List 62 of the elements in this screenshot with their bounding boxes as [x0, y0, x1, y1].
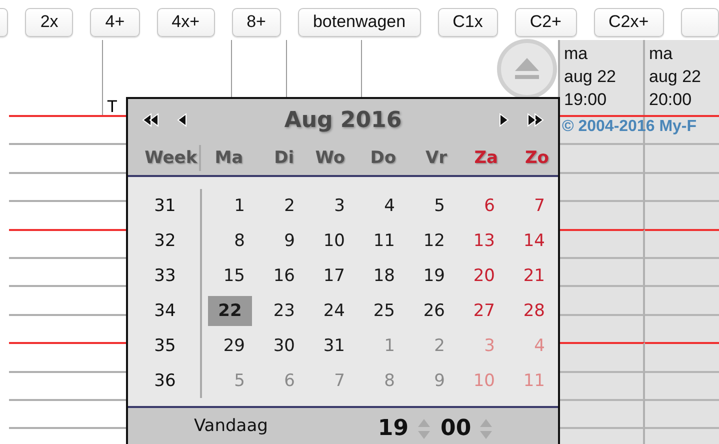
day-cell[interactable]: 16	[258, 261, 302, 292]
day-cell[interactable]: 15	[208, 261, 252, 292]
day-cell[interactable]: 23	[258, 296, 302, 326]
day-cell[interactable]: 20	[458, 261, 502, 292]
time-slot-header: ma aug 22 20:00	[648, 43, 702, 111]
weekday-header: Wo	[314, 148, 346, 168]
day-cell[interactable]: 6	[458, 191, 502, 222]
day-cell[interactable]: 29	[208, 330, 252, 361]
toolbar-button[interactable]: C2+	[514, 8, 576, 36]
minute-value: 00	[440, 416, 472, 441]
weekday-header: Ma	[214, 148, 244, 168]
week-number: 34	[154, 300, 176, 321]
day-cell[interactable]: 28	[508, 296, 552, 326]
weekday-header: Za	[473, 148, 500, 168]
day-cell[interactable]: 4	[358, 191, 402, 222]
toolbar-button[interactable]: C2x+	[594, 8, 664, 36]
day-cell[interactable]: 1	[208, 191, 252, 222]
week-header: Week	[144, 148, 198, 168]
toolbar-button[interactable]	[680, 8, 719, 36]
day-cell[interactable]: 10	[308, 226, 352, 256]
weekday-header: Vr	[424, 148, 448, 168]
copyright-text: © 2004-2016 My-F	[562, 118, 697, 135]
day-cell[interactable]: 31	[308, 330, 352, 361]
day-cell[interactable]: 12	[408, 226, 452, 256]
weekday-header: Do	[369, 148, 398, 168]
day-cell[interactable]: 9	[258, 226, 302, 256]
day-cell[interactable]: 13	[458, 226, 502, 256]
column-header: T	[107, 98, 118, 115]
day-cell[interactable]: 8	[208, 226, 252, 256]
day-cell[interactable]: 30	[258, 330, 302, 361]
day-cell[interactable]: 26	[408, 296, 452, 326]
day-cell[interactable]: 3	[308, 191, 352, 222]
week-number: 32	[154, 231, 176, 252]
eject-icon[interactable]	[496, 38, 558, 100]
week-number: 33	[154, 266, 176, 286]
day-cell[interactable]: 17	[308, 261, 352, 292]
day-cell[interactable]: 14	[508, 226, 552, 256]
day-cell[interactable]: 7	[508, 191, 552, 222]
toolbar-button[interactable]: 8+	[232, 8, 281, 36]
toolbar-button[interactable]: 2x	[25, 8, 74, 36]
toolbar-button[interactable]: C1x	[438, 8, 498, 36]
day-cell[interactable]: 22	[208, 296, 252, 326]
day-cell[interactable]: 24	[308, 296, 352, 326]
month-title: Aug 2016	[283, 108, 403, 132]
weekday-header: Di	[273, 148, 296, 168]
week-number: 35	[154, 336, 176, 356]
day-cell[interactable]: 19	[408, 261, 452, 292]
day-cell[interactable]: 5	[408, 191, 452, 222]
day-cell[interactable]: 25	[358, 296, 402, 326]
day-cell[interactable]: 18	[358, 261, 402, 292]
hour-value: 19	[378, 416, 409, 441]
week-number: 36	[154, 370, 176, 391]
toolbar-button[interactable]: 4x+	[156, 8, 215, 36]
today-button[interactable]: Vandaag	[194, 416, 268, 436]
day-cell[interactable]: 11	[358, 226, 402, 256]
day-cell[interactable]: 2	[258, 191, 302, 222]
toolbar-button[interactable]: 4+	[90, 8, 140, 36]
day-cell[interactable]: 27	[458, 296, 502, 326]
weekday-header: Zo	[524, 148, 550, 168]
day-cell[interactable]: 21	[508, 261, 552, 292]
week-number: 31	[154, 196, 176, 216]
toolbar-button[interactable]: botenwagen	[298, 8, 421, 36]
